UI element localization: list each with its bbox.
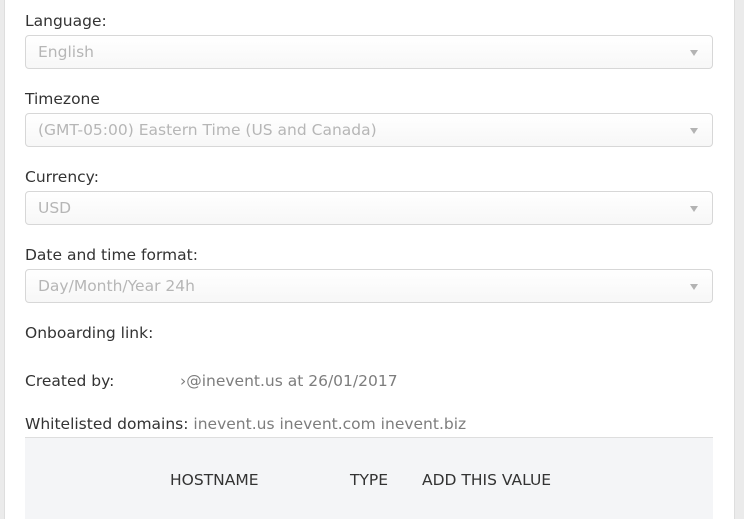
whitelisted-domains-label: Whitelisted domains: — [25, 415, 189, 433]
whitelisted-domains-value: inevent.us inevent.com inevent.biz — [193, 415, 467, 433]
created-by-row: Created by: ›@inevent.us at 26/01/2017 — [25, 371, 398, 391]
column-header-hostname: HOSTNAME — [170, 471, 259, 489]
currency-label: Currency: — [25, 168, 99, 186]
onboarding-link-label: Onboarding link: — [25, 324, 154, 342]
date-format-select[interactable]: Day/Month/Year 24h — [25, 269, 713, 303]
created-by-label: Created by: — [25, 372, 115, 390]
caret-down-icon — [690, 284, 698, 290]
date-format-label: Date and time format: — [25, 246, 198, 264]
caret-down-icon — [690, 128, 698, 134]
whitelisted-domains-row: Whitelisted domains: inevent.us inevent.… — [25, 414, 466, 434]
timezone-select[interactable]: (GMT-05:00) Eastern Time (US and Canada) — [25, 113, 713, 147]
column-header-type: TYPE — [350, 471, 389, 489]
timezone-label: Timezone — [25, 90, 100, 108]
language-select-value: English — [38, 43, 94, 61]
created-by-value: ›@inevent.us at 26/01/2017 — [180, 372, 398, 390]
language-label: Language: — [25, 12, 107, 30]
currency-select-value: USD — [38, 199, 72, 217]
dns-records-table: HOSTNAME TYPE ADD THIS VALUE — [25, 438, 713, 519]
date-format-select-value: Day/Month/Year 24h — [38, 277, 195, 295]
timezone-select-value: (GMT-05:00) Eastern Time (US and Canada) — [38, 121, 377, 139]
language-select[interactable]: English — [25, 35, 713, 69]
settings-panel: Language: English Timezone (GMT-05:00) E… — [4, 0, 735, 519]
caret-down-icon — [690, 206, 698, 212]
column-header-add-this-value: ADD THIS VALUE — [422, 471, 552, 489]
caret-down-icon — [690, 50, 698, 56]
currency-select[interactable]: USD — [25, 191, 713, 225]
